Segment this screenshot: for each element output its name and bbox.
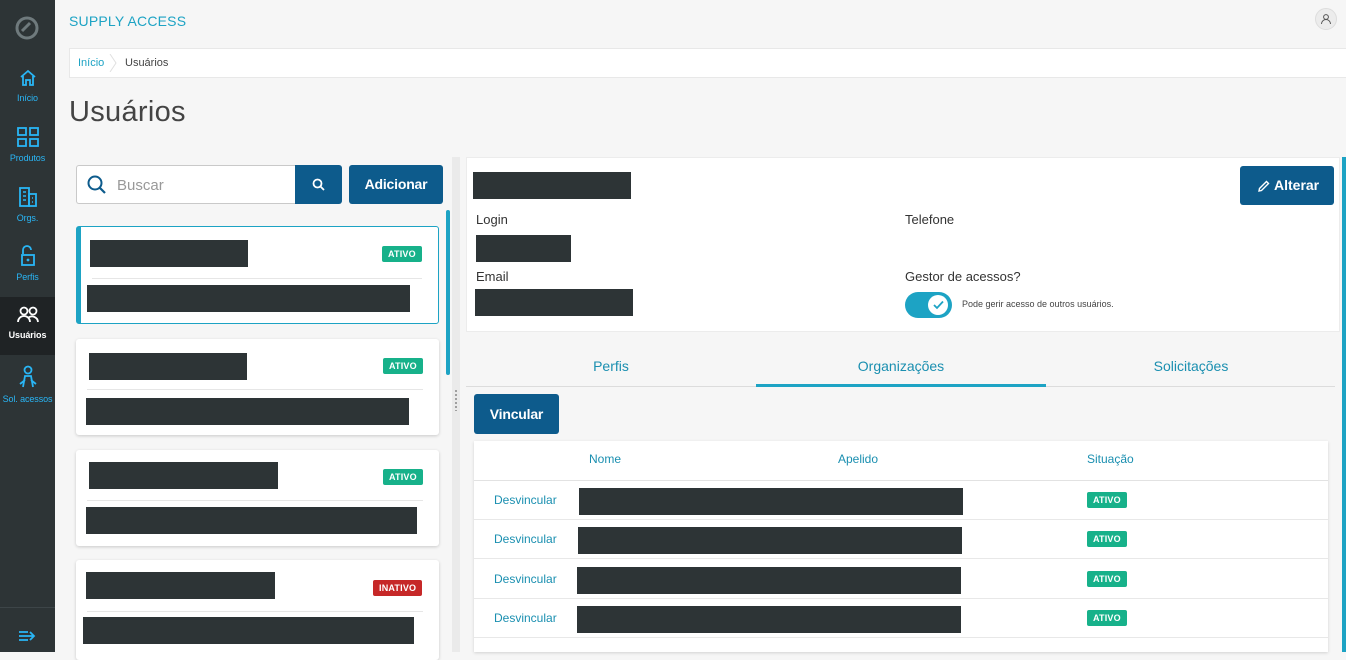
sidebar-item-produtos[interactable]: Produtos (0, 118, 55, 176)
expand-sidebar-icon[interactable] (17, 626, 37, 646)
pencil-icon (1258, 180, 1270, 192)
redacted-user-email (83, 617, 414, 644)
table-row: Desvincular ATIVO (474, 520, 1328, 559)
status-badge: ATIVO (383, 469, 423, 485)
column-header-alias[interactable]: Apelido (838, 452, 878, 466)
manager-label: Gestor de acessos? (905, 269, 1021, 284)
search-button[interactable] (295, 165, 342, 204)
search-icon (312, 178, 325, 191)
sidebar-item-label: Início (17, 93, 38, 103)
redacted-user-name (90, 240, 248, 267)
user-card[interactable]: ATIVO (76, 450, 439, 546)
table-row: Desvincular ATIVO (474, 560, 1328, 599)
card-divider (87, 389, 423, 390)
redacted-user-title (473, 172, 631, 199)
redacted-user-name (89, 353, 247, 380)
user-card[interactable]: INATIVO (76, 560, 439, 660)
sidebar-item-sol-acessos[interactable]: Sol. acessos (0, 357, 55, 415)
redacted-org-name (577, 606, 961, 633)
user-menu-button[interactable] (1315, 8, 1337, 30)
table-row: Desvincular ATIVO (474, 481, 1328, 520)
detail-tabs: Perfis Organizações Solicitações (466, 347, 1335, 387)
tab-organizacoes[interactable]: Organizações (756, 347, 1046, 387)
check-icon (932, 300, 944, 310)
search-icon (87, 175, 106, 194)
login-label: Login (476, 212, 508, 227)
sidebar-item-label: Produtos (9, 153, 46, 163)
redacted-email-value (475, 289, 633, 316)
logo-icon (15, 16, 39, 40)
sidebar-item-label: Usuários (8, 330, 47, 340)
phone-label: Telefone (905, 212, 955, 227)
search-input[interactable] (117, 174, 287, 196)
breadcrumb-separator-icon (109, 54, 117, 72)
redacted-org-name (577, 567, 961, 594)
organizations-table: Nome Apelido Situação Desvincular ATIVO … (474, 441, 1328, 652)
status-badge: ATIVO (383, 358, 423, 374)
card-divider (87, 611, 423, 612)
card-divider (92, 278, 422, 279)
sidebar-item-perfis[interactable]: Perfis (0, 237, 55, 295)
sidebar-item-inicio[interactable]: Início (0, 60, 55, 118)
manager-toggle[interactable] (905, 292, 952, 318)
unlink-button[interactable]: Desvincular (494, 493, 557, 507)
home-icon (19, 69, 36, 86)
unlink-button[interactable]: Desvincular (494, 572, 557, 586)
sidebar-divider (0, 607, 55, 608)
breadcrumb-current: Usuários (125, 57, 169, 69)
link-button[interactable]: Vincular (474, 394, 559, 434)
unlink-button[interactable]: Desvincular (494, 532, 557, 546)
add-user-button[interactable]: Adicionar (349, 165, 443, 204)
redacted-user-email (86, 398, 409, 425)
page-title: Usuários (69, 96, 186, 128)
sidebar-item-usuarios[interactable]: Usuários (0, 297, 55, 355)
status-badge: ATIVO (382, 246, 422, 262)
app-title: SUPPLY ACCESS (69, 13, 187, 29)
user-card[interactable]: ATIVO (76, 226, 439, 324)
building-icon (18, 187, 37, 207)
redacted-org-name (579, 488, 963, 515)
tab-solicitacoes[interactable]: Solicitações (1046, 347, 1336, 387)
person-request-icon (18, 365, 37, 388)
status-badge: ATIVO (1087, 531, 1127, 547)
sidebar: Início Produtos Orgs. Perfis Usuários So… (0, 0, 55, 652)
card-divider (87, 500, 423, 501)
list-scrollbar[interactable] (446, 210, 450, 375)
redacted-user-email (87, 285, 410, 312)
boxes-icon (16, 127, 39, 147)
status-badge: ATIVO (1087, 571, 1127, 587)
lock-icon (20, 245, 35, 266)
breadcrumb-home-link[interactable]: Início (78, 57, 104, 69)
manager-description: Pode gerir acesso de outros usuários. (962, 299, 1114, 309)
unlink-button[interactable]: Desvincular (494, 611, 557, 625)
column-header-status[interactable]: Situação (1087, 452, 1134, 466)
redacted-org-name (578, 527, 962, 554)
user-icon (1321, 14, 1331, 25)
sidebar-item-label: Sol. acessos (2, 394, 53, 404)
email-label: Email (476, 269, 509, 284)
sidebar-item-label: Perfis (16, 272, 39, 282)
redacted-user-name (86, 572, 275, 599)
edit-button[interactable]: Alterar (1240, 166, 1334, 205)
user-card[interactable]: ATIVO (76, 339, 439, 435)
users-icon (16, 306, 39, 323)
redacted-user-name (89, 462, 278, 489)
status-badge: ATIVO (1087, 492, 1127, 508)
column-header-name[interactable]: Nome (589, 452, 621, 466)
status-badge: ATIVO (1087, 610, 1127, 626)
redacted-user-email (86, 507, 417, 534)
tab-perfis[interactable]: Perfis (466, 347, 756, 387)
sidebar-item-orgs[interactable]: Orgs. (0, 178, 55, 236)
redacted-login-value (476, 235, 571, 262)
search-field (76, 165, 295, 204)
sidebar-item-label: Orgs. (16, 213, 39, 223)
drag-handle-icon (454, 389, 458, 411)
detail-scrollbar[interactable] (1342, 157, 1346, 652)
breadcrumb: Início Usuários (69, 48, 1346, 78)
panel-splitter[interactable] (452, 157, 460, 652)
edit-button-label: Alterar (1274, 177, 1320, 193)
status-badge: INATIVO (373, 580, 423, 596)
table-row: Desvincular ATIVO (474, 599, 1328, 638)
toggle-knob (928, 295, 948, 315)
